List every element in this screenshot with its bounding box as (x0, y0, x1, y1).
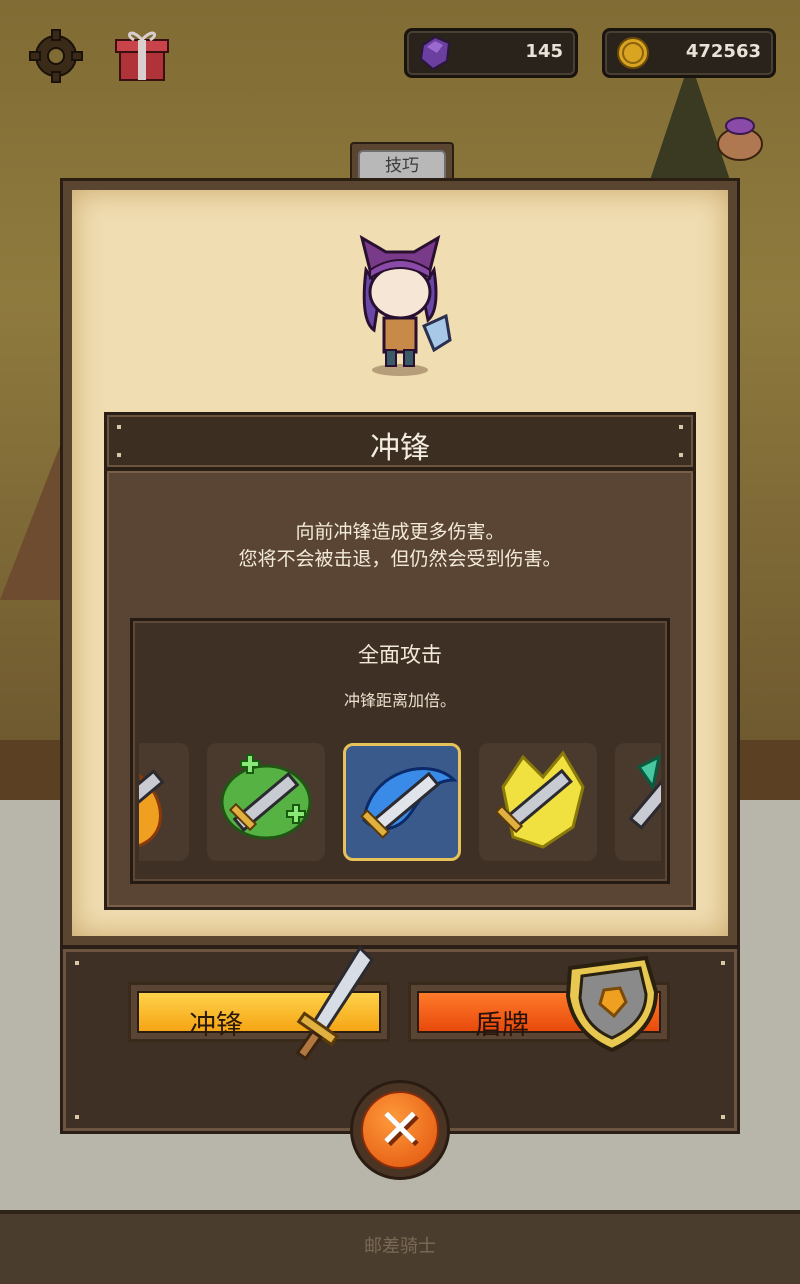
gem-count: 145 (525, 41, 563, 62)
gold-coin-icon (617, 37, 649, 69)
gold-counter[interactable]: 472563 (602, 28, 776, 78)
fire-sword-icon (139, 769, 165, 848)
gold-count: 472563 (685, 41, 761, 62)
upgrade-carousel[interactable] (139, 741, 661, 867)
rivet (721, 1115, 725, 1119)
skill-description: 向前冲锋造成更多伤害。 您将不会被击退，但仍然会受到伤害。 (107, 519, 693, 573)
upgrade-box: 全面攻击 冲锋距离加倍。 (130, 618, 670, 884)
upgrade-description: 冲锋距离加倍。 (343, 691, 456, 710)
gift-icon[interactable] (112, 24, 172, 84)
gear-icon[interactable] (28, 28, 84, 84)
skill-description-line-1: 向前冲锋造成更多伤害。 (295, 521, 505, 543)
sword-icon (295, 945, 374, 1061)
gem-icon (419, 35, 451, 71)
rivet (75, 1115, 79, 1119)
wind-sword-icon (628, 754, 661, 830)
upgrade-slot-lightning[interactable] (479, 743, 597, 861)
close-x-glyph: ✕ (377, 1097, 423, 1160)
hero-character (359, 234, 452, 376)
shield-icon (565, 955, 659, 1053)
upgrade-slot-fire[interactable] (139, 743, 189, 861)
upgrade-slot-wind[interactable] (615, 743, 661, 861)
heal-sword-icon (220, 754, 312, 840)
skill-description-line-2: 您将不会被击退，但仍然会受到伤害。 (238, 548, 562, 570)
gem-counter[interactable]: 145 (404, 28, 578, 78)
rivet (721, 961, 725, 965)
upgrade-slot-ice[interactable] (343, 743, 461, 861)
skill-title-bar: 冲锋 (104, 412, 696, 470)
loot-bag-icon[interactable] (712, 108, 768, 164)
upgrade-slot-heal[interactable] (207, 743, 325, 861)
shield-button-label: 盾牌 (475, 1010, 529, 1041)
skill-title: 冲锋 (370, 431, 430, 466)
close-button[interactable]: ✕ (350, 1080, 450, 1180)
rivet (75, 961, 79, 965)
close-icon: ✕ (361, 1091, 439, 1169)
charge-button-label: 冲锋 (189, 1010, 243, 1041)
footer-label: 邮差骑士 (364, 1236, 436, 1257)
upgrade-title: 全面攻击 (358, 643, 442, 667)
lightning-sword-icon (494, 750, 585, 849)
ice-sword-icon (360, 767, 458, 839)
